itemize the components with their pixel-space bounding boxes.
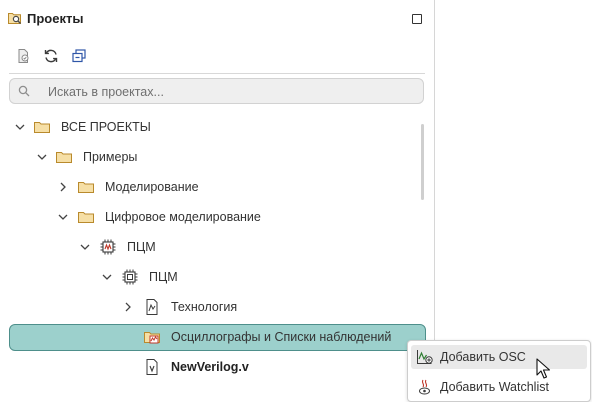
folder-icon: [34, 122, 50, 133]
tree-item-label: ВСЕ ПРОЕКТЫ: [61, 120, 151, 134]
toolbar: [0, 42, 434, 70]
chevron-down-icon[interactable]: [101, 271, 113, 283]
panel-title: Проекты: [27, 11, 84, 26]
verilog-file-icon: [146, 359, 158, 375]
tree-item-label: NewVerilog.v: [171, 360, 249, 374]
collapse-all-icon[interactable]: [69, 46, 89, 66]
folder-icon: [78, 182, 94, 193]
toolbar-separator: [9, 73, 425, 74]
menu-item-add-watchlist[interactable]: Добавить Watchlist: [411, 375, 587, 399]
menu-item-add-osc[interactable]: Добавить OSC: [411, 345, 587, 369]
project-search-icon: [8, 13, 21, 24]
context-menu: Добавить OSC Добавить Watchlist: [407, 340, 591, 402]
chevron-down-icon[interactable]: [57, 211, 69, 223]
tree-item-label: Осциллографы и Списки наблюдений: [171, 330, 392, 344]
tree-item-label: ПЦМ: [149, 270, 178, 284]
menu-item-label: Добавить Watchlist: [440, 380, 549, 394]
oscilloscope-folder-icon: [144, 332, 160, 344]
tree-item-pcm-project[interactable]: ПЦМ: [0, 232, 434, 262]
mouse-cursor-icon: [536, 358, 551, 379]
tree-item-label: Примеры: [83, 150, 138, 164]
search-box: [9, 78, 424, 104]
search-icon: [18, 85, 30, 97]
add-watchlist-icon: [419, 379, 430, 395]
maximize-icon[interactable]: [412, 14, 422, 24]
tree-item-oscilloscopes[interactable]: Осциллографы и Списки наблюдений: [0, 324, 434, 354]
new-file-icon[interactable]: [13, 46, 33, 66]
chevron-down-icon[interactable]: [36, 151, 48, 163]
chip-icon: [122, 269, 138, 285]
tree-item-technology[interactable]: Технология: [0, 292, 434, 322]
chevron-down-icon[interactable]: [14, 121, 26, 133]
chevron-right-icon[interactable]: [122, 301, 134, 313]
projects-panel: Проекты Искать в проектах... ВСЕ ПРОЕКТЫ…: [0, 0, 435, 402]
tree-item-newverilog[interactable]: NewVerilog.v: [0, 352, 434, 382]
technology-file-icon: [146, 299, 158, 315]
chevron-right-icon[interactable]: [57, 181, 69, 193]
tree-item-examples[interactable]: Примеры: [0, 142, 434, 172]
tree-item-label: Моделирование: [105, 180, 199, 194]
search-input[interactable]: [46, 81, 410, 103]
tree-item-digital-modeling[interactable]: Цифровое моделирование: [0, 202, 434, 232]
tree-item-label: Технология: [171, 300, 238, 314]
scrollbar[interactable]: [421, 124, 424, 200]
folder-icon: [78, 212, 94, 223]
chevron-down-icon[interactable]: [79, 241, 91, 253]
tree-item-pcm[interactable]: ПЦМ: [0, 262, 434, 292]
refresh-icon[interactable]: [41, 46, 61, 66]
tree-item-all-projects[interactable]: ВСЕ ПРОЕКТЫ: [0, 112, 434, 142]
panel-titlebar: Проекты: [0, 0, 434, 36]
chip-project-icon: [100, 239, 116, 255]
tree-item-label: Цифровое моделирование: [105, 210, 261, 224]
menu-item-label: Добавить OSC: [440, 350, 526, 364]
tree-item-label: ПЦМ: [127, 240, 156, 254]
tree-item-modeling[interactable]: Моделирование: [0, 172, 434, 202]
folder-icon: [56, 152, 72, 163]
add-osc-icon: [417, 350, 433, 364]
